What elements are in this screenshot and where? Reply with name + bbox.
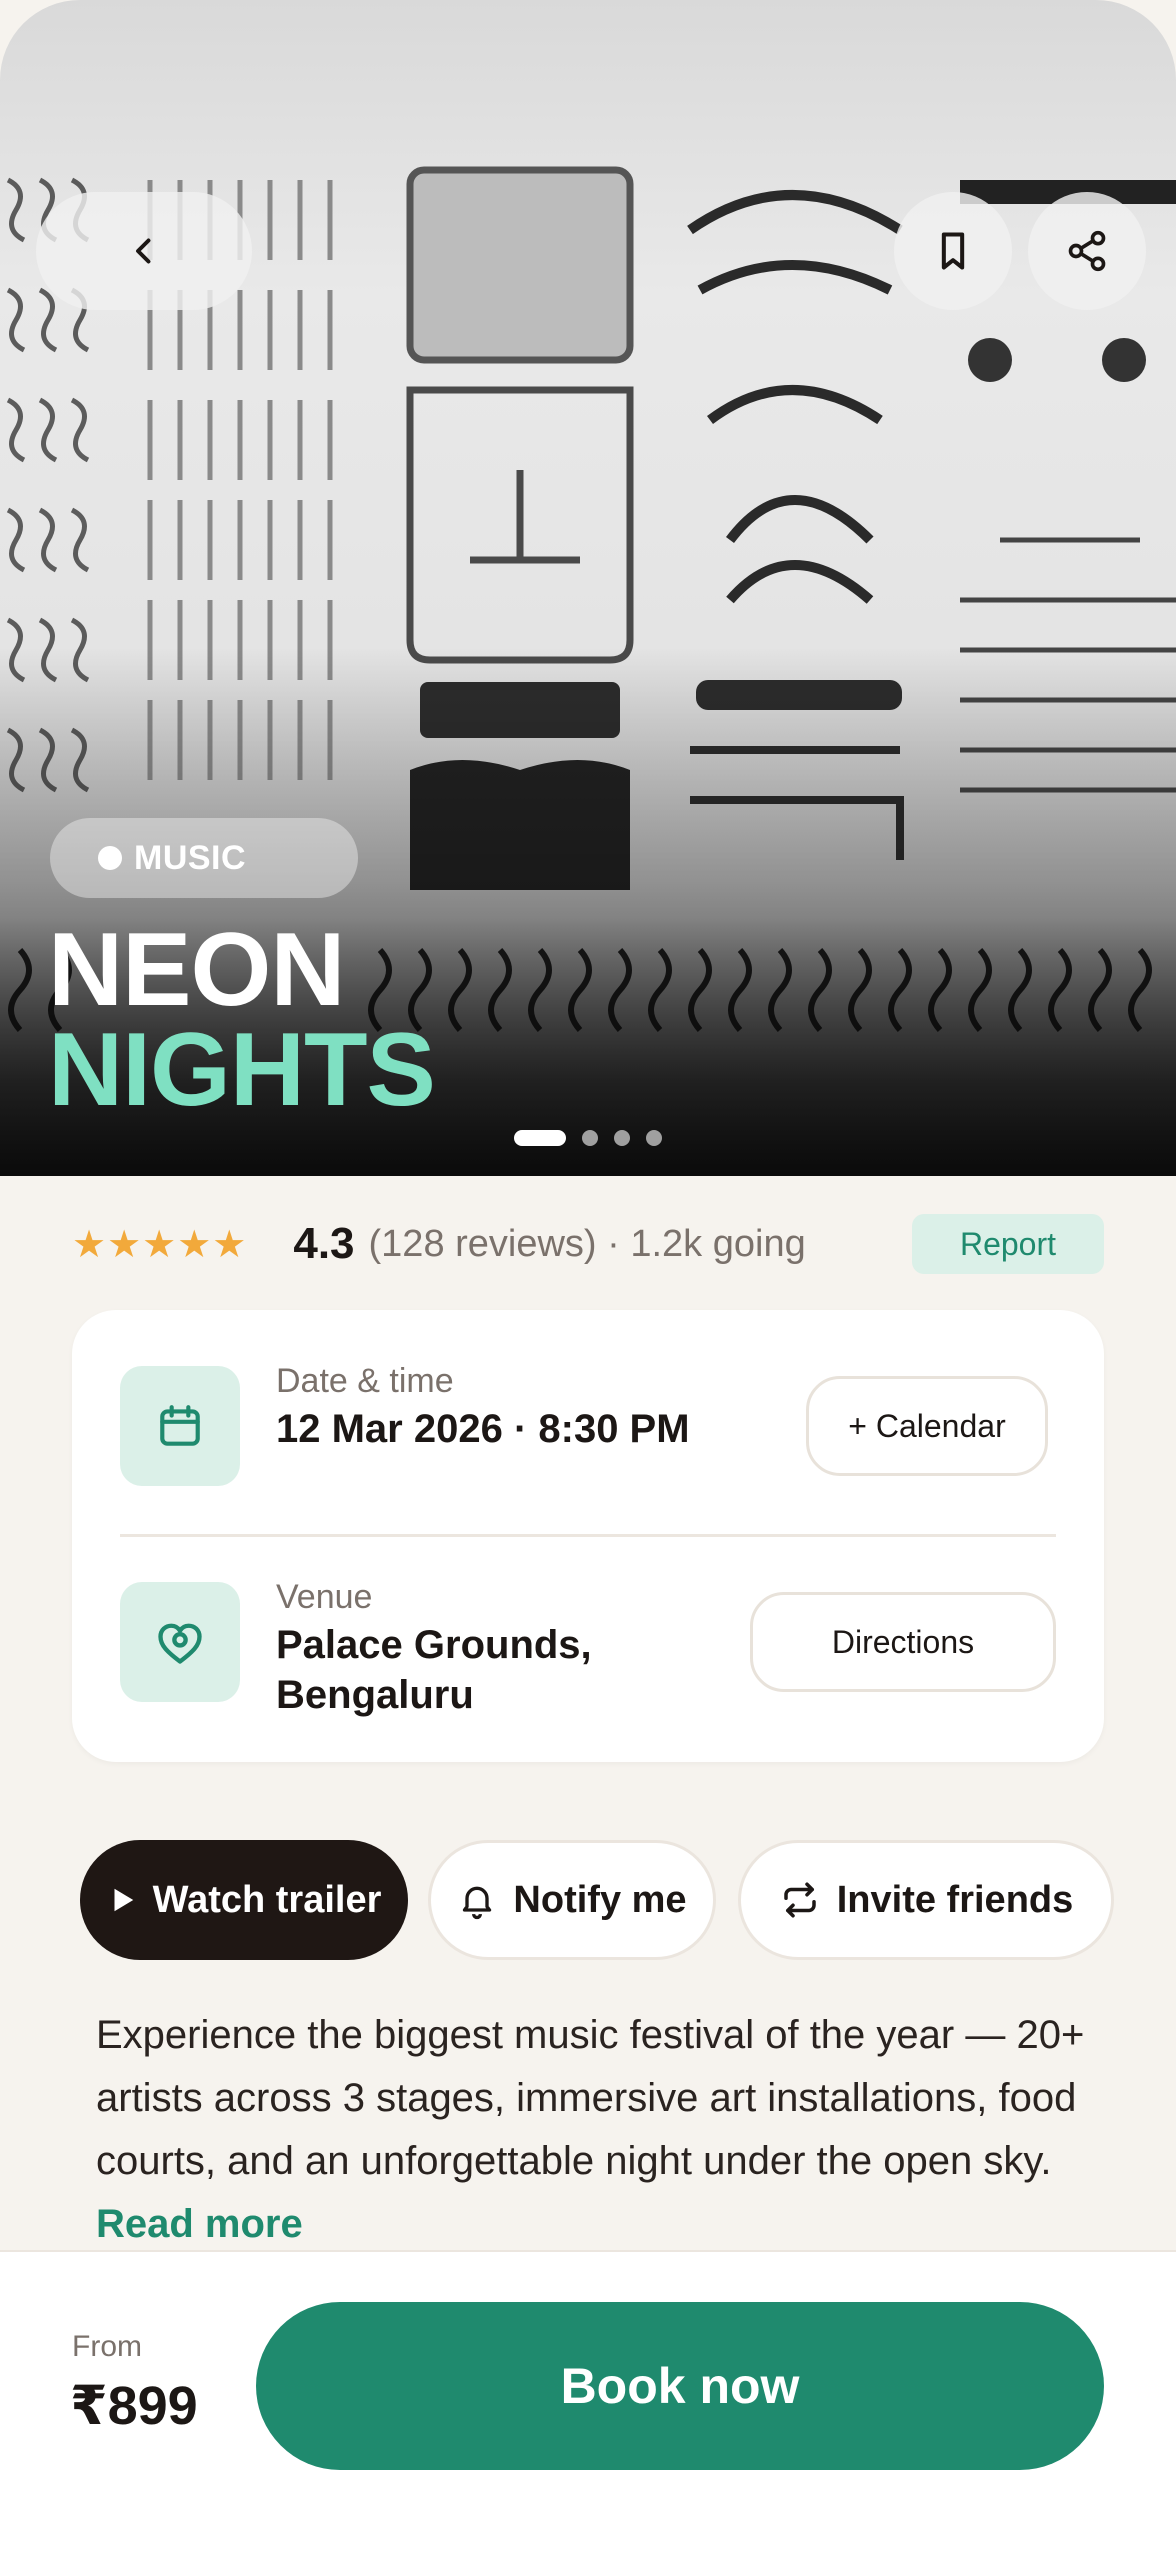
event-details-card: Date & time 12 Mar 2026 · 8:30 PM + Cale… [72, 1310, 1104, 1762]
hero-image: MUSIC NEON NIGHTS [0, 0, 1176, 1176]
rating-value: 4.3 [293, 1219, 355, 1268]
venue-value: Palace Grounds, Bengaluru [276, 1623, 592, 1717]
pager-dot-active[interactable] [514, 1130, 566, 1146]
rating-meta: (128 reviews) · 1.2k going [368, 1222, 806, 1265]
invite-friends-label: Invite friends [836, 1878, 1074, 1921]
event-title: NEON NIGHTS [48, 912, 436, 1128]
pager-dot[interactable] [582, 1130, 598, 1146]
directions-button[interactable]: Directions [750, 1592, 1056, 1692]
book-now-button[interactable]: Book now [256, 2302, 1104, 2470]
bookmark-icon [941, 232, 965, 270]
event-description: Experience the biggest music festival of… [96, 2004, 1096, 2256]
notify-me-button[interactable]: Notify me [428, 1840, 716, 1960]
price-from-label: From [72, 2330, 142, 2363]
calendar-icon-tile [120, 1366, 240, 1486]
date-time-label: Date & time [276, 1362, 454, 1400]
add-to-calendar-button[interactable]: + Calendar [806, 1376, 1048, 1476]
tag-dot-icon [98, 846, 122, 870]
rating-row: ★★★★★ 4.3 (128 reviews) · 1.2k going Rep… [72, 1212, 1104, 1276]
venue-row: Venue Palace Grounds, Bengaluru Directio… [120, 1578, 1056, 1752]
event-title-line1: NEON [48, 912, 345, 1028]
repeat-icon [784, 1882, 816, 1918]
venue-label: Venue [276, 1578, 373, 1616]
invite-friends-button[interactable]: Invite friends [738, 1840, 1114, 1960]
venue-icon-tile [120, 1582, 240, 1702]
date-time-text: Date & time 12 Mar 2026 · 8:30 PM [276, 1358, 696, 1454]
report-button[interactable]: Report [912, 1214, 1104, 1274]
image-pager[interactable] [514, 1130, 662, 1146]
notify-me-label: Notify me [513, 1878, 687, 1921]
description-text: Experience the biggest music festival of… [96, 2013, 1085, 2183]
heart-pin-icon [158, 1623, 202, 1664]
card-divider [120, 1534, 1056, 1537]
read-more-link[interactable]: Read more [96, 2202, 303, 2246]
price-value: ₹899 [70, 2376, 198, 2436]
share-button[interactable] [1028, 192, 1146, 310]
category-tag: MUSIC [50, 818, 358, 898]
date-time-value: 12 Mar 2026 · 8:30 PM [276, 1407, 690, 1451]
pager-dot[interactable] [614, 1130, 630, 1146]
venue-text: Venue Palace Grounds, Bengaluru [276, 1574, 696, 1720]
event-detail-screen: MUSIC NEON NIGHTS ★★★★★ 4.3 (128 reviews… [0, 0, 1176, 2556]
calendar-icon [160, 1405, 200, 1446]
play-icon [114, 1888, 133, 1912]
back-button[interactable] [36, 192, 252, 310]
star-rating-icons: ★★★★★ [72, 1223, 248, 1266]
watch-trailer-label: Watch trailer [152, 1878, 382, 1921]
date-time-row: Date & time 12 Mar 2026 · 8:30 PM + Cale… [120, 1362, 1056, 1536]
chevron-left-icon [136, 238, 151, 264]
bookmark-button[interactable] [894, 192, 1012, 310]
watch-trailer-button[interactable]: Watch trailer [80, 1840, 408, 1960]
share-icon [1068, 230, 1106, 272]
bell-icon [463, 1886, 492, 1920]
event-title-line2: NIGHTS [48, 1012, 436, 1128]
pager-dot[interactable] [646, 1130, 662, 1146]
category-tag-label: MUSIC [134, 838, 247, 877]
booking-bar: From ₹899 Book now [0, 2250, 1176, 2556]
